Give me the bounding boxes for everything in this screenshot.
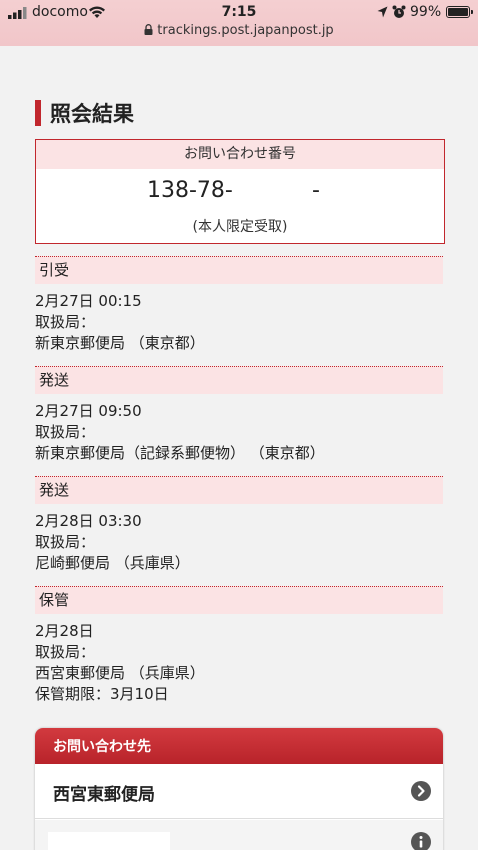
delivery-type-note: (本人限定受取) [192, 219, 288, 235]
battery-icon [446, 6, 473, 18]
event-office: 西宮東郵便局 （兵庫県） [35, 664, 205, 682]
contact-header: お問い合わせ先 [35, 728, 443, 764]
event-date: 2月27日 09:50 [35, 402, 142, 420]
heading-accent-bar [35, 100, 41, 126]
location-arrow-icon [377, 6, 388, 18]
url-text: trackings.post.japanpost.jp [157, 23, 334, 38]
event-office: 尼崎郵便局 （兵庫県） [35, 554, 190, 572]
page-title: 照会結果 [50, 102, 134, 126]
event-status: 保管 [35, 586, 443, 614]
page-heading: 照会結果 [35, 100, 134, 126]
event-office: 新東京郵便局（記録系郵便物） （東京都） [35, 444, 325, 462]
contact-info-row[interactable] [35, 820, 443, 850]
battery-percent: 99% [410, 4, 442, 20]
event-date: 2月28日 [35, 622, 94, 640]
inquiry-number-part2: - [312, 178, 320, 203]
url-bar[interactable]: trackings.post.japanpost.jp [0, 23, 478, 38]
event-office-label: 取扱局： [35, 533, 96, 551]
event-office-label: 取扱局： [35, 423, 96, 441]
event-status: 引受 [35, 256, 443, 284]
storage-deadline: 保管期限：3月10日 [35, 685, 169, 703]
event-status: 発送 [35, 476, 443, 504]
event-date: 2月28日 03:30 [35, 512, 142, 530]
contact-office-row[interactable]: 西宮東郵便局 [35, 764, 443, 819]
event-status: 発送 [35, 366, 443, 394]
event-date: 2月27日 00:15 [35, 292, 142, 310]
lock-icon [144, 24, 153, 35]
inquiry-number-box: お問い合わせ番号 138-78- - (本人限定受取) [35, 139, 445, 244]
event-office: 新東京郵便局 （東京都） [35, 334, 205, 352]
chevron-right-circle-icon [411, 781, 431, 801]
inquiry-number-label: お問い合わせ番号 [36, 140, 444, 169]
event-office-label: 取扱局： [35, 643, 96, 661]
clock-time: 7:15 [221, 4, 257, 20]
inquiry-number-part1: 138-78- [147, 178, 233, 203]
alarm-icon [392, 5, 406, 18]
contact-office-name: 西宮東郵便局 [53, 785, 155, 805]
redacted-field [48, 832, 170, 850]
contact-panel: お問い合わせ先 西宮東郵便局 [35, 728, 443, 850]
event-office-label: 取扱局： [35, 313, 96, 331]
status-bar: docomo 7:15 99% trackings.post.japanpost… [0, 0, 478, 46]
info-circle-icon [411, 832, 431, 850]
